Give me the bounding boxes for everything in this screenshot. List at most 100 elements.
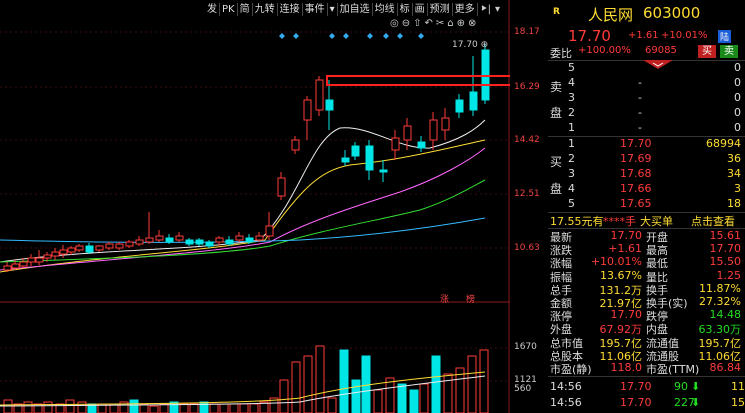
volume-tick: 1670 [514,342,537,352]
weibi-label: 委比 [550,47,572,60]
volume-bar [129,399,139,413]
level-price: 17.65 [620,197,652,210]
candle-body [11,263,20,269]
candle-body [165,237,174,243]
buy-level-row: 5 17.65 18 [548,197,745,212]
level-number: 4 [568,182,575,195]
level-volume: 36 [727,152,741,165]
level-number: 1 [568,121,575,134]
volume-bar [189,403,199,413]
high-price-label: 17.70 ⊕ [452,40,489,50]
tick-row: 14:56 17.70 227 ⬇ 15 [548,396,745,411]
volume-bar [291,361,301,413]
current-price: 17.70 [568,27,611,45]
stat-value: 11.87% [699,281,741,295]
level-number: 1 [568,137,575,150]
volume-bar [351,379,361,413]
candle-body [3,265,12,271]
candlestick-svg [0,0,510,413]
tick-extra: 15 [731,396,745,409]
weicha-value: 69085 [645,45,677,56]
candle-body [145,237,154,243]
level-volume: 34 [727,167,741,180]
candle-body [67,247,76,253]
volume-bar [409,389,419,413]
candle-body [195,239,204,245]
level-number: 5 [568,197,575,210]
volume-bar [3,399,13,413]
stat-value: 14.48 [709,308,742,322]
candle-body [59,249,68,255]
big-buy-link[interactable]: 点击查看 [691,213,735,229]
candle-body [175,235,184,241]
volume-bar [339,349,349,413]
stat-value: 17.70 [610,308,643,322]
candle-body [315,79,324,111]
candle-body [235,235,244,241]
candle-body [205,241,214,247]
level-volume: 68994 [706,137,741,150]
level-volume: 0 [734,106,741,119]
buy-button[interactable]: 买 [698,45,716,58]
tick-extra: 11 [731,380,745,393]
level-price: 17.70 [620,137,652,150]
tick-price: 17.70 [620,380,652,393]
price-row: 17.70 +1.61 +10.01% 陆 [548,27,745,45]
tick-price: 17.70 [620,396,652,409]
level-volume: 18 [727,197,741,210]
quote-header: R 人民网 603000 [548,4,745,24]
candle-body [429,119,438,141]
candle-body [245,237,254,243]
tick-time: 14:56 [550,396,582,409]
sell-level-row: 50 [548,61,745,76]
bang-label: 榜 [466,295,476,305]
down-arrow-icon: ⬇ [691,396,701,409]
buy-level-row: 4 17.66 3 [548,182,745,197]
stat-value: 86.84 [709,361,742,374]
candle-body [325,99,334,111]
price-tick: 18.17 [514,27,540,37]
event-marker-icon [367,33,373,39]
candle-body [255,235,264,241]
stat-value: 13.67% [600,268,642,282]
candle-body [43,254,52,259]
candle-body [277,177,286,197]
volume-bar [199,401,209,413]
candle-body [51,251,60,257]
volume-bar [431,355,441,413]
volume-bar [327,397,337,413]
volume-bar [43,401,53,413]
level-number: 2 [568,106,575,119]
candle-body [215,237,224,243]
volume-bar [303,355,313,413]
volume-bar [159,403,169,413]
level-price: 17.68 [620,167,652,180]
candle-body [95,245,104,251]
level-number: 4 [568,76,575,89]
candle-body [27,257,36,263]
buy-level-row: 3 17.68 34 [548,167,745,182]
stat-label: 市盈(TTM) [646,363,700,376]
price-tick: 12.51 [514,189,540,199]
buy-level-row: 1 17.70 68994 [548,137,745,152]
candle-body [391,137,400,151]
candle-body [155,235,164,241]
stock-name: 人民网 [588,6,634,24]
stat-value: 17.70 [709,242,742,256]
kline-chart[interactable]: 发 PK 简 九转 连接 事件 ▾ 加自选 均线 标 画 预测 更多 ⯈| ▾ … [0,0,545,413]
volume-bar [179,403,189,413]
candle-body [135,239,144,245]
stat-value: +10.01% [590,255,642,269]
candle-body [351,145,360,157]
stat-row: 市盈(静) 118.0 市盈(TTM) 86.84 [548,361,745,376]
level-volume: 0 [734,61,741,74]
sell-button[interactable]: 卖 [720,45,738,58]
level-number: 3 [568,167,575,180]
volume-bar [467,355,477,413]
quote-panel: R 人民网 603000 17.70 +1.61 +10.01% 陆 委比 +1… [548,0,745,413]
level-number: 5 [568,61,575,74]
weibi-row: 委比 +100.00% 69085 买 卖 [548,45,745,60]
candle-body [125,241,134,247]
price-axis: 18.17 16.29 14.42 12.51 10.63 [510,0,545,300]
candle-body [365,145,374,171]
